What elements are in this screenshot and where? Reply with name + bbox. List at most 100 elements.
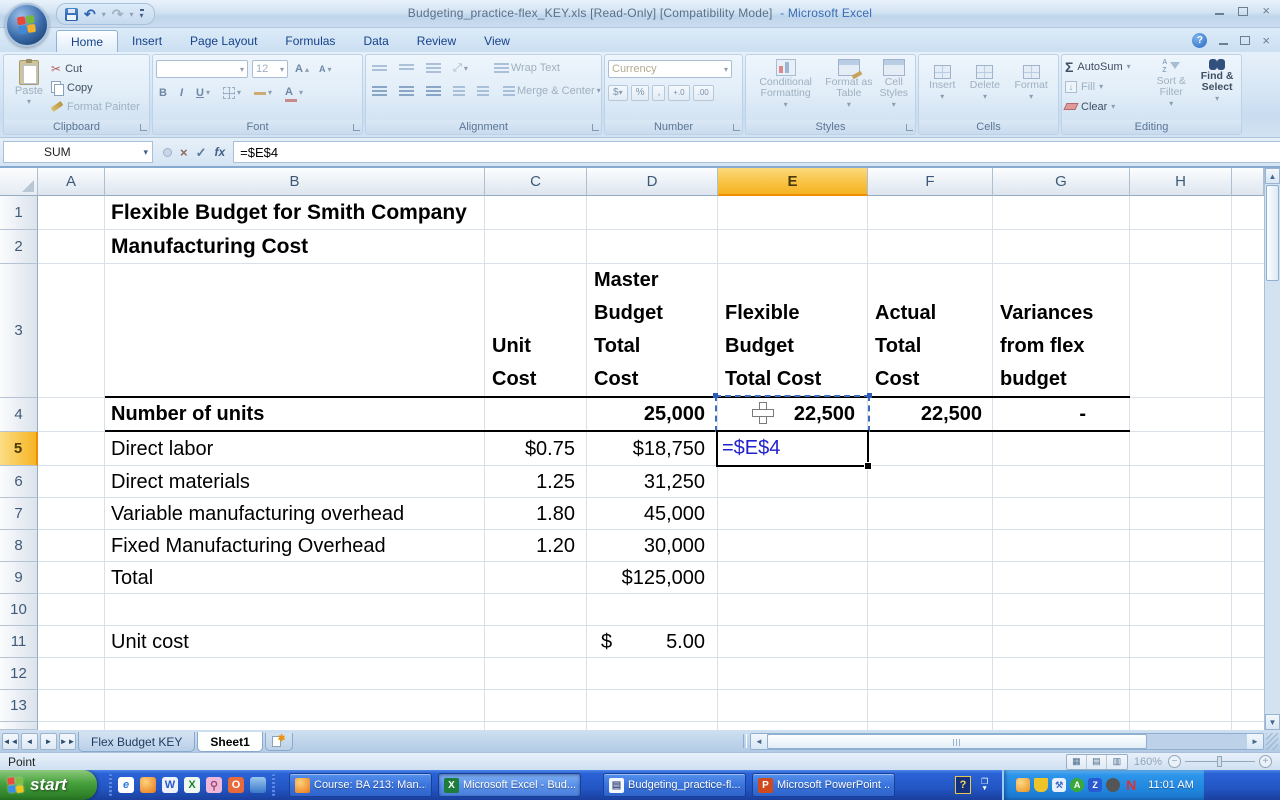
comma-style-button[interactable]: , [652,84,666,101]
cell-B6[interactable]: Direct materials [105,466,485,498]
increase-indent-button[interactable] [474,83,492,99]
row-header-7[interactable]: 7 [0,498,38,530]
row-header-1[interactable]: 1 [0,196,38,230]
resize-grip-icon[interactable] [1266,732,1278,750]
font-dialog-launcher-icon[interactable] [353,124,360,131]
fill-color-button[interactable]: ▾ [251,85,275,101]
spreadsheet-grid[interactable]: 1 2 3 4 5 6 7 8 9 10 11 12 13 Flexible B… [0,196,1264,730]
cell-F4[interactable]: 22,500 [868,398,993,430]
name-box-caret-icon[interactable]: ▾ [143,147,148,158]
key-icon[interactable]: ⚲ [206,777,222,793]
row-header-8[interactable]: 8 [0,530,38,562]
alignment-dialog-launcher-icon[interactable] [592,124,599,131]
cell-D11[interactable]: $ 5.00 [587,626,718,658]
italic-button[interactable]: I [177,85,186,101]
workbook-minimize-icon[interactable] [1219,42,1229,45]
underline-button[interactable]: U ▾ [193,85,213,101]
row-header-9[interactable]: 9 [0,562,38,594]
scroll-down-icon[interactable]: ▼ [1265,714,1280,730]
scroll-right-icon[interactable]: ► [1247,733,1263,749]
ie-icon[interactable]: e [118,777,134,793]
increase-decimal-button[interactable]: +.0 [668,84,690,101]
fill-button[interactable]: ↓ Fill ▾ [1065,78,1146,95]
page-layout-view-icon[interactable]: ▤ [1086,754,1107,769]
orientation-button[interactable]: ⤢ ▾ [450,60,471,76]
cell-D6[interactable]: 31,250 [587,466,718,498]
row-header-5[interactable]: 5 [0,432,38,466]
bold-button[interactable]: B [156,85,170,101]
cell-F3[interactable]: Actual Total Cost [868,264,993,398]
shield-icon[interactable] [1034,778,1049,792]
cut-button[interactable]: ✂ Cut [51,60,140,77]
column-header-B[interactable]: B [105,168,485,196]
next-sheet-icon[interactable]: ► [40,732,57,750]
grow-font-button[interactable]: A ▴ [292,61,312,77]
help-icon[interactable]: ? [1192,33,1208,48]
cell-G4[interactable]: - [993,398,1130,430]
cell-D3[interactable]: Master Budget Total Cost [587,264,718,398]
sheet-tab-sheet1[interactable]: Sheet1 [197,732,263,752]
enter-entry-icon[interactable]: ✓ [196,146,207,159]
column-header-F[interactable]: F [868,168,993,196]
scroll-left-icon[interactable]: ◄ [751,733,767,749]
excel-icon[interactable]: X [184,777,200,793]
insert-function-icon[interactable]: fx [215,146,226,158]
cell-B8[interactable]: Fixed Manufacturing Overhead [105,530,485,562]
cell-C6[interactable]: 1.25 [485,466,587,498]
tab-split-handle[interactable] [743,734,747,748]
font-size-combo[interactable]: 12 ▾ [252,60,288,78]
row-header-partial[interactable] [0,722,38,730]
formula-input[interactable]: =$E$4 [233,141,1280,163]
tab-view[interactable]: View [470,30,524,52]
row-header-6[interactable]: 6 [0,466,38,498]
cell-B2[interactable]: Manufacturing Cost [105,230,485,264]
row-header-3[interactable]: 3 [0,264,38,398]
close-icon[interactable]: × [1262,4,1270,17]
cell-D5[interactable]: $18,750 [587,432,718,466]
netscape-icon[interactable]: N [1124,777,1138,793]
font-name-combo[interactable]: ▾ [156,60,248,78]
update-icon[interactable] [1016,778,1031,792]
help-tray-icon[interactable]: ? [955,776,971,794]
conditional-formatting-button[interactable]: Conditional Formatting ▾ [749,58,822,119]
scroll-up-icon[interactable]: ▲ [1265,168,1280,184]
active-cell-E5-edit[interactable]: =$E$4 [716,430,872,470]
cell-B11[interactable]: Unit cost [105,626,485,658]
sort-filter-button[interactable]: AZ Sort & Filter ▾ [1150,58,1192,119]
vertical-scroll-thumb[interactable] [1266,185,1279,281]
align-right-button[interactable] [423,83,444,99]
word-icon[interactable]: W [162,777,178,793]
cell-B4[interactable]: Number of units [105,398,485,430]
outlook-icon[interactable]: O [228,777,244,793]
insert-cells-button[interactable]: Insert ▾ [927,64,957,119]
horizontal-scroll-thumb[interactable] [767,733,1147,749]
column-header-G[interactable]: G [993,168,1130,196]
volume-icon[interactable] [1106,778,1121,792]
tab-insert[interactable]: Insert [118,30,176,52]
tab-page-layout[interactable]: Page Layout [176,30,271,52]
tab-review[interactable]: Review [403,30,470,52]
cell-E3[interactable]: Flexible Budget Total Cost [718,264,868,398]
border-button[interactable]: ▾ [220,85,244,101]
first-sheet-icon[interactable]: ◄◄ [2,732,19,750]
office-button[interactable] [5,3,49,47]
insert-worksheet-button[interactable]: ✱ [264,733,293,751]
decrease-decimal-button[interactable]: .00 [692,84,714,101]
cell-B5[interactable]: Direct labor [105,432,485,466]
z-icon[interactable]: Z [1088,778,1103,792]
row-header-11[interactable]: 11 [0,626,38,658]
cell-D8[interactable]: 30,000 [587,530,718,562]
task-button-excel[interactable]: X Microsoft Excel - Bud... [438,773,581,797]
zoom-out-icon[interactable]: − [1168,755,1181,768]
merge-center-button[interactable]: Merge & Center ▾ [500,83,604,99]
wrap-text-button[interactable]: Wrap Text [491,60,563,76]
zoom-level[interactable]: 160% [1134,756,1162,768]
cell-C3[interactable]: Unit Cost [485,264,587,398]
row-header-10[interactable]: 10 [0,594,38,626]
hidden-icons-chevron[interactable]: ❐ ▾ [981,778,988,793]
last-sheet-icon[interactable]: ►► [59,732,76,750]
tools-icon[interactable]: ⚒ [1052,778,1067,792]
align-middle-button[interactable] [396,60,417,76]
styles-dialog-launcher-icon[interactable] [906,124,913,131]
cell-B7[interactable]: Variable manufacturing overhead [105,498,485,530]
